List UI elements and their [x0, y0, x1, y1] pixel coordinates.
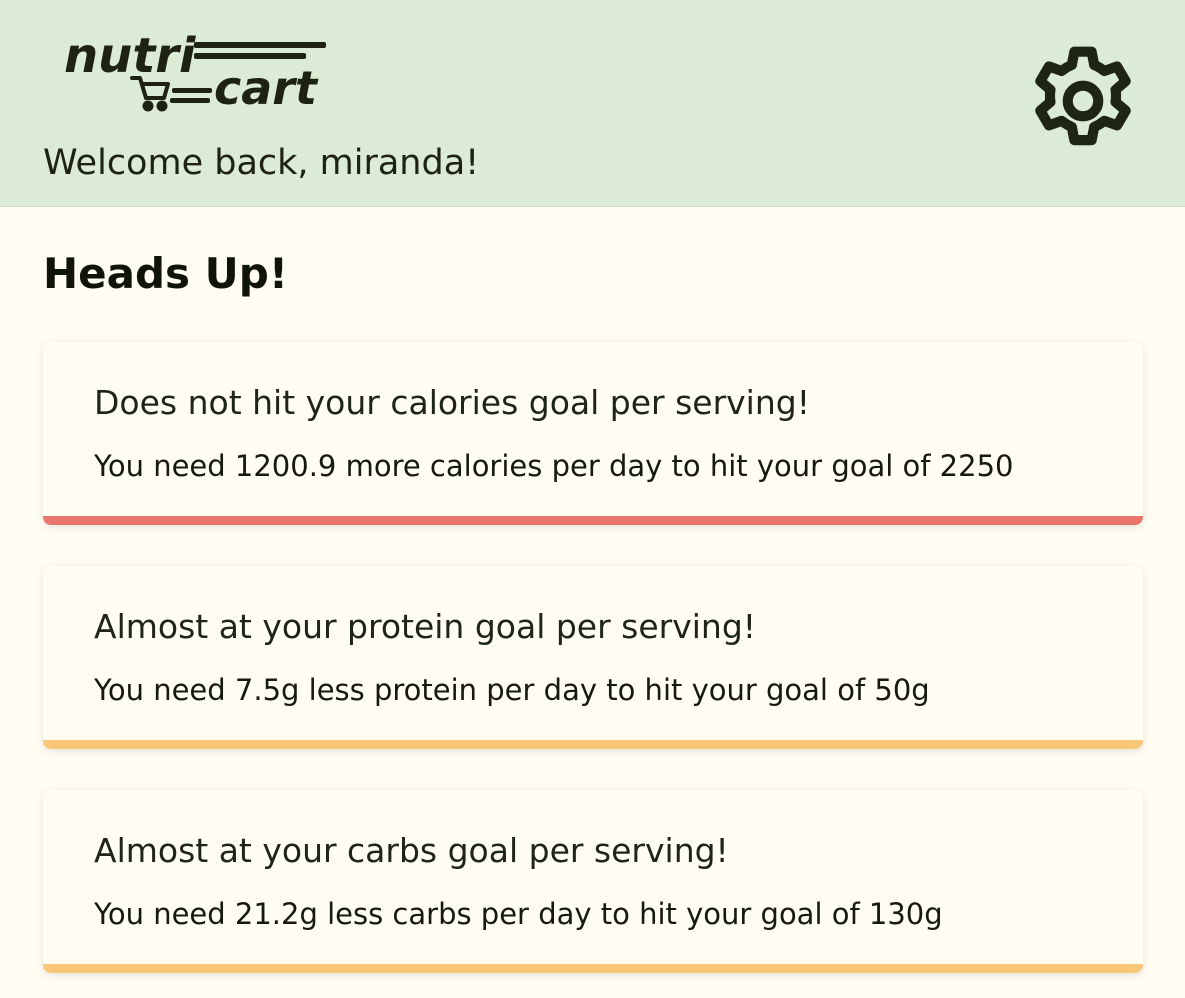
logo-speed-line [194, 42, 326, 48]
alert-message: You need 21.2g less carbs per day to hit… [94, 897, 943, 931]
alert-card-protein[interactable]: Almost at your protein goal per serving!… [43, 566, 1143, 749]
alert-title: Does not hit your calories goal per serv… [94, 383, 810, 422]
settings-button[interactable] [1022, 40, 1144, 162]
alert-message: You need 1200.9 more calories per day to… [94, 449, 1014, 483]
welcome-message: Welcome back, miranda! [43, 143, 480, 183]
gear-icon [1035, 46, 1131, 146]
logo-text-bottom: cart [214, 61, 319, 114]
nutricart-logo[interactable]: nutri cart [62, 26, 332, 114]
alert-status-bar [43, 740, 1143, 749]
alert-status-bar [43, 516, 1143, 525]
logo-speed-line [194, 53, 306, 59]
alert-card-carbs[interactable]: Almost at your carbs goal per serving! Y… [43, 790, 1143, 973]
app-header: nutri cart Welcome back, miranda! [0, 0, 1185, 207]
logo-speed-line [170, 98, 210, 103]
section-title: Heads Up! [43, 249, 288, 298]
alert-title: Almost at your carbs goal per serving! [94, 831, 729, 870]
alert-card-calories[interactable]: Does not hit your calories goal per serv… [43, 342, 1143, 525]
alert-message: You need 7.5g less protein per day to hi… [94, 673, 930, 707]
alert-status-bar [43, 964, 1143, 973]
alert-title: Almost at your protein goal per serving! [94, 607, 757, 646]
logo-text-top: nutri [64, 28, 196, 84]
logo-speed-line [172, 88, 212, 93]
logo-graphic: nutri cart [64, 28, 326, 114]
